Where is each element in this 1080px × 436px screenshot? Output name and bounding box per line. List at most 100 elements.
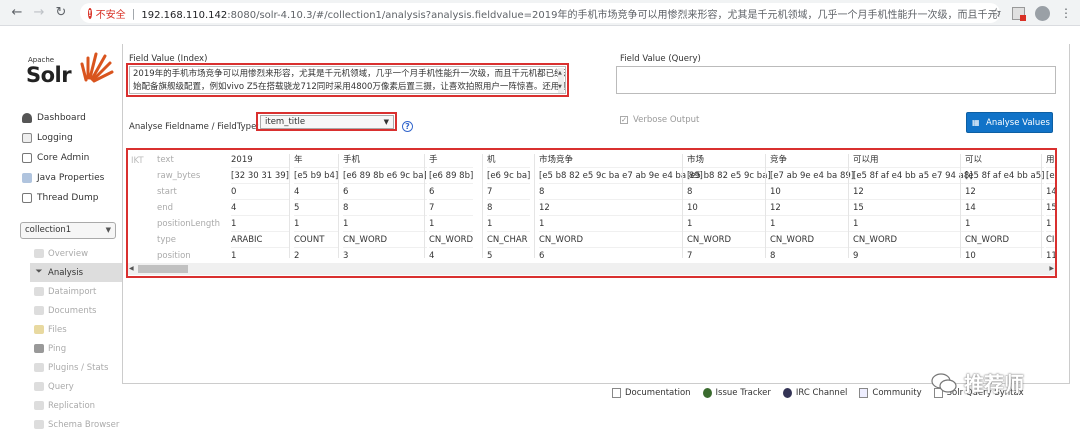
verbose-output-toggle[interactable]: ✓ Verbose Output	[620, 115, 699, 125]
core-menu-replication[interactable]: Replication	[30, 396, 122, 415]
warning-icon: !	[88, 7, 92, 19]
footer-link-documentation[interactable]: Documentation	[612, 388, 691, 398]
wechat-icon	[931, 372, 957, 393]
bug-icon	[702, 388, 712, 398]
java-icon	[22, 173, 32, 183]
query-value-label: Field Value (Query)	[620, 54, 701, 64]
plugins-icon	[34, 363, 44, 372]
sidebar-item-label: Logging	[37, 133, 73, 143]
separator: |	[131, 6, 136, 20]
sidebar-item-label: Java Properties	[37, 173, 105, 183]
core-menu-label: Replication	[48, 400, 96, 411]
replication-icon	[34, 401, 44, 410]
insecure-label: 不安全	[95, 9, 126, 21]
url-text: 192.168.110.142:8080/solr-4.10.3/#/colle…	[141, 6, 1000, 21]
logging-icon	[22, 133, 32, 143]
dashboard-icon	[22, 113, 32, 123]
analyse-values-button[interactable]: ▦ Analyse Values	[966, 112, 1053, 133]
documents-icon	[34, 306, 44, 315]
core-menu-analysis[interactable]: ⏷ Analysis	[30, 263, 122, 282]
thread-dump-icon	[22, 193, 32, 203]
core-admin-icon	[22, 153, 32, 163]
highlight-box-index	[126, 63, 569, 97]
core-menu-dataimport[interactable]: Dataimport	[30, 282, 122, 301]
core-menu-label: Overview	[48, 248, 89, 259]
folder-icon	[34, 325, 44, 334]
bookmark-star-icon[interactable]: ☆	[990, 6, 1002, 21]
ping-icon	[34, 344, 44, 353]
checkbox-icon[interactable]: ✓	[620, 116, 628, 124]
core-menu-label: Files	[48, 324, 67, 335]
search-icon	[34, 382, 44, 391]
sidebar-item-label: Core Admin	[37, 153, 90, 163]
watermark-text: 推荐师	[964, 372, 1024, 396]
sidebar-item-thread-dump[interactable]: Thread Dump	[0, 188, 122, 208]
highlight-box-table	[126, 148, 1057, 278]
help-icon[interactable]: ?	[402, 121, 413, 132]
core-menu-label: Dataimport	[48, 286, 97, 297]
url-path: :8080/solr-4.10.3/#/collection1/analysis…	[227, 9, 1000, 21]
sidebar-item-java-properties[interactable]: Java Properties	[0, 168, 122, 188]
solr-logo[interactable]: Apache Solr	[26, 48, 116, 98]
schema-icon	[34, 420, 44, 429]
browser-toolbar: ← → ↻ ! 不安全 | 192.168.110.142:8080/solr-…	[0, 0, 1080, 26]
url-host: 192.168.110.142	[141, 9, 228, 21]
footer-link-label: IRC Channel	[795, 388, 848, 398]
core-selector-value: collection1	[25, 225, 72, 235]
extension-icon[interactable]	[1012, 6, 1026, 21]
analyse-button-label: Analyse Values	[986, 117, 1050, 128]
sidebar-item-label: Dashboard	[37, 113, 86, 123]
scrollbar-thumb[interactable]	[138, 265, 188, 273]
solr-sun-icon	[80, 52, 114, 83]
scroll-right-icon[interactable]: ▶	[1049, 263, 1054, 275]
core-menu-label: Ping	[48, 343, 67, 354]
sidebar-item-core-admin[interactable]: Core Admin	[0, 148, 122, 168]
table-horizontal-scrollbar[interactable]: ◀ ▶	[128, 263, 1055, 275]
sidebar-item-dashboard[interactable]: Dashboard	[0, 108, 122, 128]
overview-icon	[34, 249, 44, 258]
address-bar[interactable]: ! 不安全 | 192.168.110.142:8080/solr-4.10.3…	[80, 3, 1000, 23]
core-selector[interactable]: collection1 ▼	[20, 222, 116, 239]
core-menu-documents[interactable]: Documents	[30, 301, 122, 320]
core-menu-ping[interactable]: Ping	[30, 339, 122, 358]
core-menu-label: Schema Browser	[48, 419, 120, 430]
profile-avatar-icon[interactable]	[1035, 5, 1050, 21]
analyse-icon: ▦	[972, 118, 980, 127]
core-menu-label: Analysis	[48, 267, 84, 278]
main-menu: Dashboard Logging Core Admin Java Proper…	[0, 108, 122, 208]
sidebar-item-label: Thread Dump	[37, 193, 99, 203]
document-icon	[612, 388, 621, 398]
chevron-down-icon: ▼	[105, 226, 111, 234]
filter-icon: ⏷	[35, 267, 43, 277]
core-menu-label: Documents	[48, 305, 97, 316]
core-menu: Overview ⏷ Analysis Dataimport Documents …	[30, 244, 122, 434]
irc-icon	[782, 388, 792, 398]
query-value-input[interactable]	[616, 66, 1056, 94]
footer-link-issue-tracker[interactable]: Issue Tracker	[702, 388, 771, 398]
core-menu-overview[interactable]: Overview	[30, 244, 122, 263]
forward-icon[interactable]: →	[28, 5, 50, 20]
fieldtype-label: Analyse Fieldname / FieldType:	[129, 122, 260, 132]
core-menu-query[interactable]: Query	[30, 377, 122, 396]
watermark: 推荐师	[930, 368, 1024, 397]
highlight-box-fieldtype	[256, 112, 397, 131]
core-menu-label: Plugins / Stats	[48, 362, 109, 373]
footer-link-irc[interactable]: IRC Channel	[782, 388, 848, 398]
back-icon[interactable]: ←	[6, 5, 28, 20]
core-menu-plugins[interactable]: Plugins / Stats	[30, 358, 122, 377]
core-menu-label: Query	[48, 381, 74, 392]
mail-icon	[859, 388, 869, 398]
footer-link-label: Issue Tracker	[715, 388, 771, 398]
dataimport-icon	[34, 287, 44, 296]
footer-link-community[interactable]: Community	[859, 388, 922, 398]
sidebar: Apache Solr Dashboard Logging Core Admin	[0, 26, 122, 436]
sidebar-item-logging[interactable]: Logging	[0, 128, 122, 148]
core-menu-files[interactable]: Files	[30, 320, 122, 339]
logo-solr-text: Solr	[26, 63, 72, 87]
footer-link-label: Community	[872, 388, 922, 398]
core-menu-schema-browser[interactable]: Schema Browser	[30, 415, 122, 434]
reload-icon[interactable]: ↻	[50, 5, 72, 20]
menu-kebab-icon[interactable]: ⋮	[1060, 6, 1072, 20]
verbose-output-label: Verbose Output	[633, 115, 700, 125]
scroll-left-icon[interactable]: ◀	[129, 263, 134, 275]
